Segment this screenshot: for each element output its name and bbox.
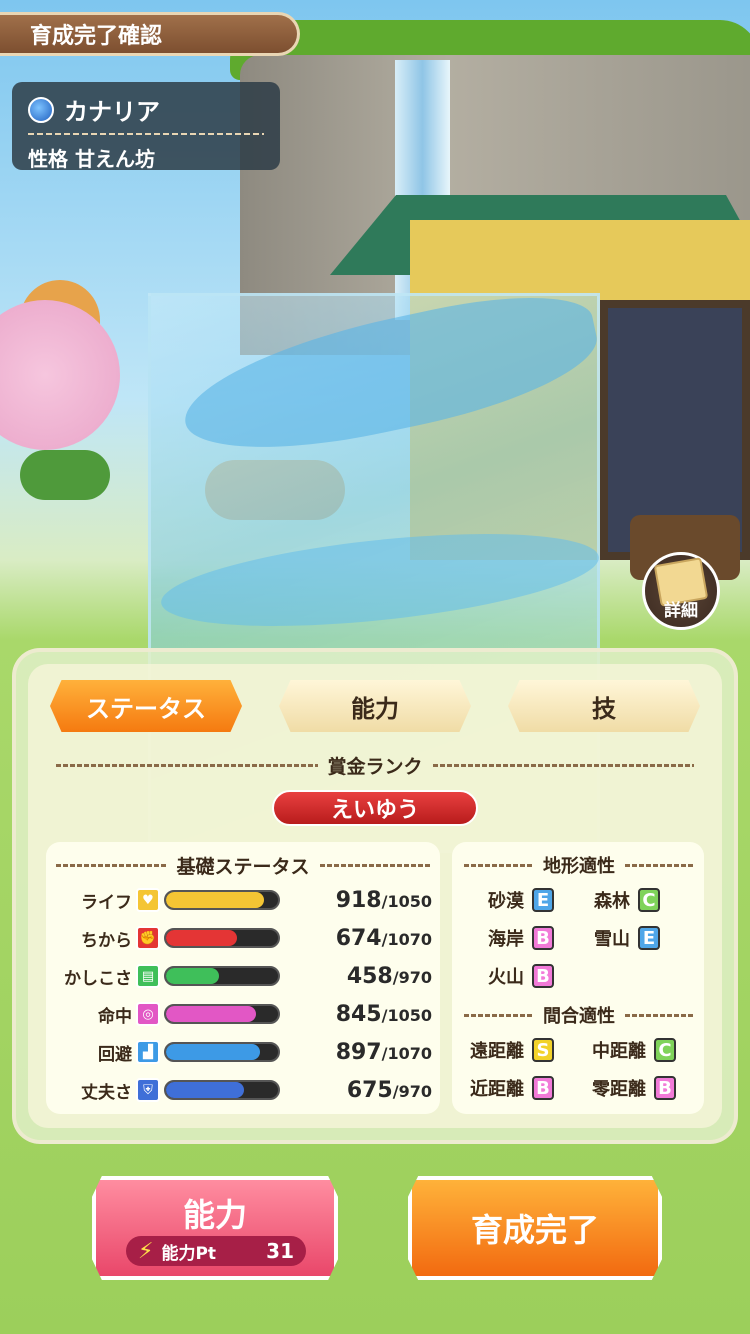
stat-label: ライフ (81, 892, 132, 913)
tab-skill[interactable]: 技 (508, 680, 700, 732)
book-icon: ▤ (136, 964, 160, 988)
monster-name: カナリア (64, 98, 160, 126)
ability-button-label: 能力 (182, 1196, 247, 1234)
stat-bar (164, 966, 280, 986)
stat-row-power: ちから ✊ 674/1070 (60, 923, 432, 953)
ability-points: ⚡ 能力Pt 31 (126, 1236, 306, 1266)
finish-training-label: 育成完了 (470, 1211, 599, 1249)
stat-row-accuracy: 命中 ◎ 845/1050 (60, 999, 432, 1029)
grade-badge: B (532, 964, 554, 988)
terrain-forest: 森林 C (594, 887, 660, 913)
tab-label: 技 (592, 694, 616, 723)
screen-title-bar: 育成完了確認 (0, 12, 300, 56)
tab-label: 能力 (351, 694, 399, 723)
range-zero: 零距離 B (592, 1075, 676, 1101)
terrain-heading-label: 地形適性 (543, 856, 615, 877)
terrain-desert: 砂漠 E (488, 887, 554, 913)
stat-bar (164, 1004, 280, 1024)
fist-icon: ✊ (136, 926, 160, 950)
finish-training-button[interactable]: 育成完了 (408, 1176, 662, 1280)
range-short: 近距離 B (470, 1075, 554, 1101)
grade-badge: B (654, 1076, 676, 1100)
terrain-snow: 雪山 E (594, 925, 660, 951)
stat-bar (164, 890, 280, 910)
stat-label: 丈夫さ (81, 1082, 132, 1103)
bounty-rank-badge: えいゆう (272, 790, 478, 826)
terrain-heading: 地形適性 (464, 852, 694, 878)
stat-value: 918/1050 (335, 887, 432, 913)
base-status-heading-label: 基礎ステータス (176, 856, 310, 878)
stat-label: 命中 (98, 1006, 132, 1027)
detail-button-label: 詳細 (664, 601, 698, 621)
monster-name-card: カナリア 性格 甘えん坊 (12, 82, 280, 171)
ability-button[interactable]: 能力 ⚡ 能力Pt 31 (92, 1176, 338, 1280)
stat-label: ちから (81, 930, 132, 951)
shield-icon: ⛨ (136, 1078, 160, 1102)
screen-title: 育成完了確認 (30, 24, 163, 49)
tab-label: ステータス (86, 694, 206, 723)
bounty-rank: えいゆう (330, 798, 419, 823)
base-status-heading: 基礎ステータス (56, 852, 431, 879)
stat-value: 675/970 (346, 1077, 432, 1103)
stat-value: 674/1070 (335, 925, 432, 951)
stat-row-life: ライフ ♥ 918/1050 (60, 885, 432, 915)
bounty-heading-label: 賞金ランク (327, 756, 423, 778)
grade-badge: B (532, 926, 554, 950)
stat-value: 845/1050 (335, 1001, 432, 1027)
lightning-icon: ⚡ (138, 1238, 154, 1264)
target-icon: ◎ (136, 1002, 160, 1026)
divider (28, 133, 264, 135)
flower-bush (20, 450, 110, 500)
detail-button[interactable]: 詳細 (642, 552, 720, 630)
stat-bar (164, 1080, 280, 1100)
stat-row-wisdom: かしこさ ▤ 458/970 (60, 961, 432, 991)
grade-badge: E (638, 926, 660, 950)
bounty-heading: 賞金ランク (56, 752, 695, 779)
grade-badge: B (532, 1076, 554, 1100)
boot-icon: ▟ (136, 1040, 160, 1064)
heart-icon: ♥ (136, 888, 160, 912)
tab-ability[interactable]: 能力 (279, 680, 471, 732)
cherry-tree (0, 300, 120, 450)
stat-value: 458/970 (346, 963, 432, 989)
range-long: 遠距離 S (470, 1037, 554, 1063)
stat-row-evasion: 回避 ▟ 897/1070 (60, 1037, 432, 1067)
tab-status[interactable]: ステータス (50, 680, 242, 732)
grade-badge: C (638, 888, 660, 912)
grade-badge: S (532, 1038, 554, 1062)
stat-row-toughness: 丈夫さ ⛨ 675/970 (60, 1075, 432, 1105)
terrain-coast: 海岸 B (488, 925, 554, 951)
terrain-volcano: 火山 B (488, 963, 554, 989)
personality: 性格 甘えん坊 (28, 147, 155, 171)
range-mid: 中距離 C (592, 1037, 676, 1063)
stat-label: 回避 (98, 1044, 132, 1065)
grade-badge: E (532, 888, 554, 912)
stat-bar (164, 928, 280, 948)
stat-value: 897/1070 (335, 1039, 432, 1065)
stat-bar (164, 1042, 280, 1062)
ability-points-value: 31 (266, 1239, 294, 1263)
range-heading: 間合適性 (464, 1002, 694, 1028)
globe-icon (28, 96, 54, 123)
grade-badge: C (654, 1038, 676, 1062)
range-heading-label: 間合適性 (543, 1006, 615, 1027)
stat-label: かしこさ (64, 968, 132, 989)
